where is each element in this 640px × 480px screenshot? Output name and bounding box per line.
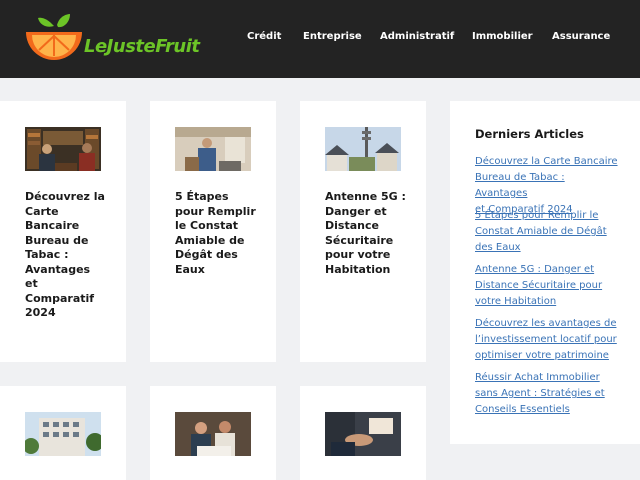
recent-article-link[interactable]: 5 Étapes pour Remplir le Constat Amiable…	[475, 208, 620, 256]
article-thumbnail[interactable]	[175, 412, 251, 456]
water-damage-image	[175, 127, 251, 171]
article-card[interactable]: Découvrez la Carte Bancaire Bureau de Ta…	[0, 101, 126, 362]
article-title[interactable]: Découvrez la Carte Bancaire Bureau de Ta…	[25, 190, 115, 321]
article-card[interactable]: Antenne 5G : Danger et Distance Sécurita…	[300, 101, 426, 362]
link-line[interactable]: votre Habitation	[475, 294, 620, 310]
nav-item-administratif[interactable]: Administratif	[380, 31, 454, 42]
recent-article-link[interactable]: Découvrez les avantages de l’investissem…	[475, 316, 620, 364]
link-line[interactable]: Distance Sécuritaire pour	[475, 278, 620, 294]
link-line[interactable]: Antenne 5G : Danger et	[475, 262, 620, 278]
article-card[interactable]: 5 Étapes pour Remplir le Constat Amiable…	[150, 101, 276, 362]
nav-item-credit[interactable]: Crédit	[247, 31, 281, 42]
logo-text: LeJusteFruit	[84, 36, 200, 57]
article-title[interactable]: Antenne 5G : Danger et Distance Sécurita…	[325, 190, 415, 277]
article-thumbnail[interactable]	[25, 412, 101, 456]
title-line[interactable]: pour votre	[325, 248, 415, 263]
article-title[interactable]: 5 Étapes pour Remplir le Constat Amiable…	[175, 190, 265, 277]
title-line[interactable]: Distance	[325, 219, 415, 234]
title-line[interactable]: Avantages	[25, 263, 115, 278]
title-line[interactable]: Découvrez la	[25, 190, 115, 205]
nav-item-immobilier[interactable]: Immobilier	[472, 31, 533, 42]
title-line[interactable]: 2024	[25, 306, 115, 321]
article-thumbnail[interactable]	[175, 127, 251, 171]
recent-article-link[interactable]: Réussir Achat Immobilier sans Agent : St…	[475, 370, 620, 418]
article-thumbnail[interactable]	[25, 127, 101, 171]
title-line[interactable]: Antenne 5G :	[325, 190, 415, 205]
nav-item-assurance[interactable]: Assurance	[552, 31, 610, 42]
title-line[interactable]: Dégât des	[175, 248, 265, 263]
link-line[interactable]: sans Agent : Stratégies et	[475, 386, 620, 402]
link-line[interactable]: Conseils Essentiels	[475, 402, 620, 418]
nav-item-entreprise[interactable]: Entreprise	[303, 31, 362, 42]
recent-article-link[interactable]: Antenne 5G : Danger et Distance Sécurita…	[475, 262, 620, 310]
title-line[interactable]: Tabac :	[25, 248, 115, 263]
article-card[interactable]	[150, 386, 276, 480]
library-meeting-image	[25, 127, 101, 171]
link-line[interactable]: optimiser votre patrimoine	[475, 348, 620, 364]
title-line[interactable]: Danger et	[325, 205, 415, 220]
article-card[interactable]	[300, 386, 426, 480]
link-line[interactable]: des Eaux	[475, 240, 620, 256]
title-line[interactable]: 5 Étapes	[175, 190, 265, 205]
site-logo[interactable]: LeJusteFruit	[24, 12, 216, 68]
title-line[interactable]: Amiable de	[175, 234, 265, 249]
link-line[interactable]: Découvrez les avantages de	[475, 316, 620, 332]
handshake-image	[325, 412, 401, 456]
link-line[interactable]: Découvrez la Carte Bancaire	[475, 154, 620, 170]
title-line[interactable]: Bancaire	[25, 219, 115, 234]
site-header: LeJusteFruit Crédit Entreprise Administr…	[0, 0, 640, 78]
apartment-building-image	[25, 412, 101, 456]
title-line[interactable]: Habitation	[325, 263, 415, 278]
link-line[interactable]: 5 Étapes pour Remplir le	[475, 208, 620, 224]
title-line[interactable]: Eaux	[175, 263, 265, 278]
widget-heading: Derniers Articles	[475, 127, 584, 141]
link-line[interactable]: l’investissement locatif pour	[475, 332, 620, 348]
article-card[interactable]	[0, 386, 126, 480]
link-line[interactable]: Réussir Achat Immobilier	[475, 370, 620, 386]
recent-articles-widget: Derniers Articles Découvrez la Carte Ban…	[450, 101, 640, 444]
article-thumbnail[interactable]	[325, 127, 401, 171]
title-line[interactable]: Comparatif	[25, 292, 115, 307]
title-line[interactable]: pour Remplir	[175, 205, 265, 220]
title-line[interactable]: le Constat	[175, 219, 265, 234]
antenna-houses-image	[325, 127, 401, 171]
link-line[interactable]: Constat Amiable de Dégât	[475, 224, 620, 240]
title-line[interactable]: Sécuritaire	[325, 234, 415, 249]
link-line[interactable]: Bureau de Tabac : Avantages	[475, 170, 620, 202]
title-line[interactable]: Carte	[25, 205, 115, 220]
title-line[interactable]: et	[25, 277, 115, 292]
article-thumbnail[interactable]	[325, 412, 401, 456]
title-line[interactable]: Bureau de	[25, 234, 115, 249]
couple-paperwork-image	[175, 412, 251, 456]
